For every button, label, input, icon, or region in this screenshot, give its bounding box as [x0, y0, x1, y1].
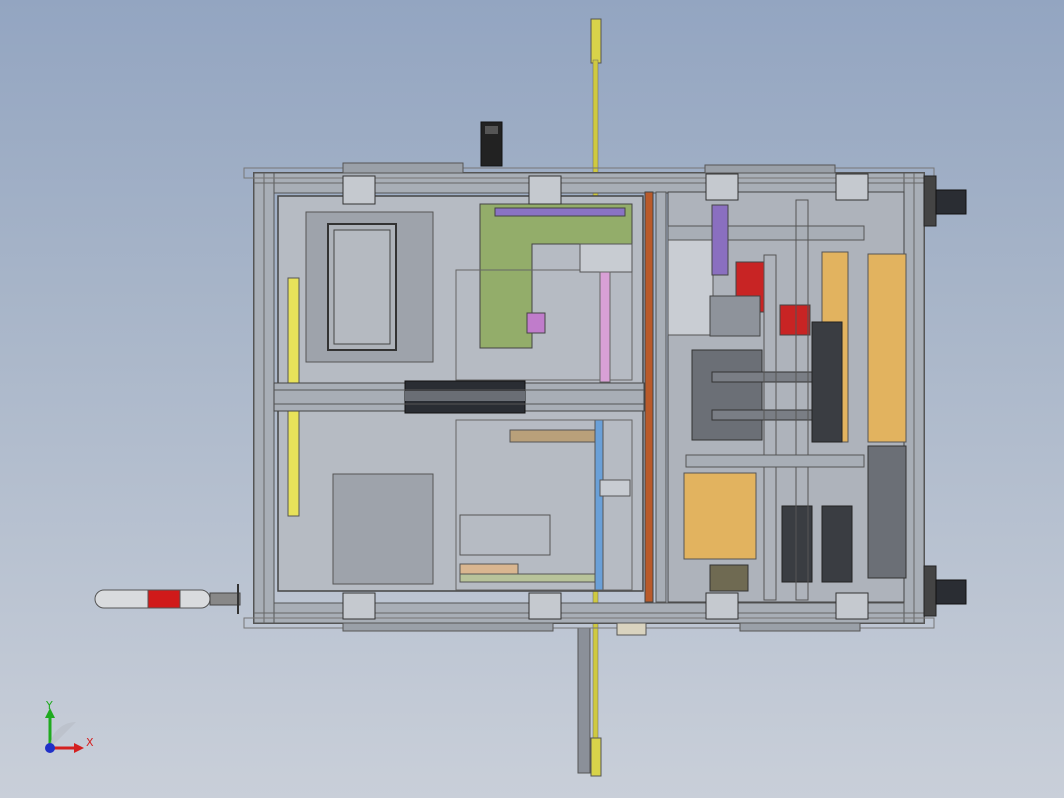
right-compartment[interactable]: [667, 191, 907, 603]
y-axis-label: Y: [45, 699, 53, 712]
cad-viewport[interactable]: X Y: [0, 0, 1064, 798]
divider-post[interactable]: [655, 191, 667, 603]
assembly-top-view[interactable]: X Y: [0, 0, 1064, 798]
stack-light[interactable]: [94, 584, 241, 614]
axis-triad: X Y: [45, 699, 94, 753]
orange-rail[interactable]: [644, 191, 654, 603]
top-motor[interactable]: [480, 121, 503, 167]
x-axis-label: X: [86, 736, 94, 749]
right-motors[interactable]: [923, 175, 967, 617]
bottom-junction-box: [616, 622, 647, 636]
left-compartment[interactable]: [273, 195, 645, 592]
z-axis-dot: [45, 743, 55, 753]
